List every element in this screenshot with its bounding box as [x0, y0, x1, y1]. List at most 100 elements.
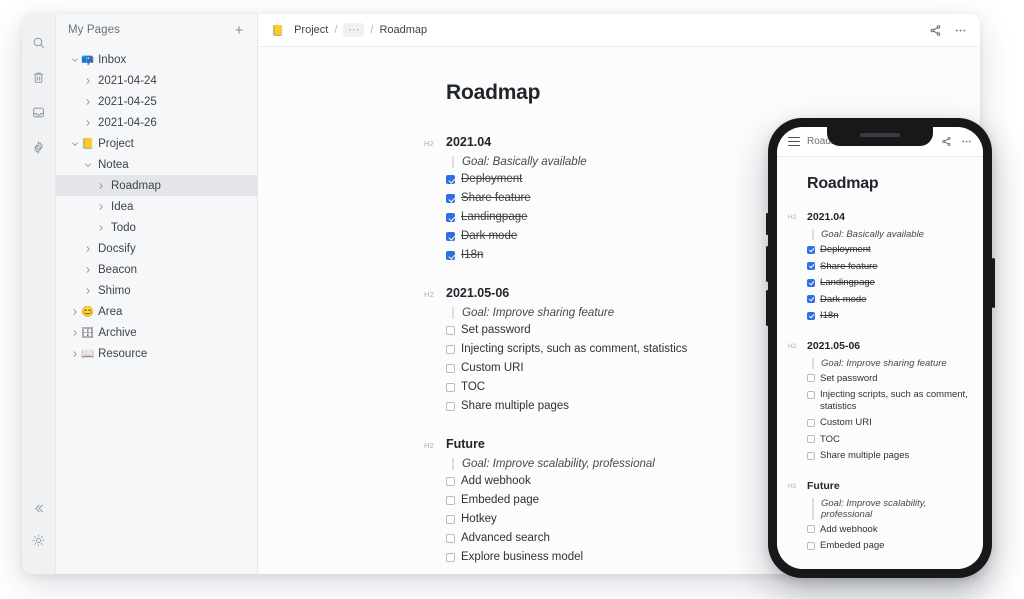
- task-item[interactable]: I18n: [446, 249, 814, 262]
- sidebar-item-roadmap[interactable]: Roadmap: [56, 175, 257, 196]
- checkbox-checked-icon[interactable]: [446, 232, 455, 241]
- checkbox-unchecked-icon[interactable]: [807, 418, 815, 427]
- hamburger-menu-icon[interactable]: [788, 136, 800, 147]
- task-item[interactable]: Hotkey: [446, 513, 814, 526]
- checkbox-checked-icon[interactable]: [807, 311, 815, 320]
- share-icon[interactable]: [941, 136, 952, 147]
- task-item[interactable]: Deployment: [807, 244, 973, 256]
- checkbox-unchecked-icon[interactable]: [446, 364, 455, 373]
- task-item[interactable]: Deployment: [446, 173, 814, 186]
- task-item[interactable]: Landingpage: [446, 211, 814, 224]
- checkbox-unchecked-icon[interactable]: [446, 496, 455, 505]
- sidebar-item-todo[interactable]: Todo: [56, 217, 257, 238]
- sidebar-item-inbox[interactable]: 📪 Inbox: [56, 49, 257, 70]
- checkbox-checked-icon[interactable]: [446, 194, 455, 203]
- checkbox-unchecked-icon[interactable]: [807, 541, 815, 550]
- chevron-down-icon[interactable]: [81, 161, 94, 169]
- task-item[interactable]: Add webhook: [446, 475, 814, 488]
- chevron-down-icon[interactable]: [68, 140, 81, 148]
- checkbox-checked-icon[interactable]: [807, 245, 815, 254]
- task-item[interactable]: Share feature: [446, 192, 814, 205]
- more-icon[interactable]: [961, 136, 972, 147]
- trash-icon[interactable]: [27, 65, 51, 89]
- task-item[interactable]: Embeded page: [807, 540, 973, 552]
- share-icon[interactable]: [929, 24, 942, 37]
- sidebar-item-2021-04-25[interactable]: 2021-04-25: [56, 91, 257, 112]
- chevron-right-icon[interactable]: [68, 350, 81, 358]
- settings-icon[interactable]: [27, 135, 51, 159]
- checkbox-checked-icon[interactable]: [446, 251, 455, 260]
- breadcrumb-ellipsis-button[interactable]: ···: [343, 23, 365, 37]
- sidebar-item-resource[interactable]: 📖 Resource: [56, 343, 257, 364]
- inbox-icon[interactable]: [27, 100, 51, 124]
- task-item[interactable]: Dark mode: [446, 230, 814, 243]
- checkbox-checked-icon[interactable]: [446, 175, 455, 184]
- sidebar-item-2021-04-26[interactable]: 2021-04-26: [56, 112, 257, 133]
- checkbox-checked-icon[interactable]: [807, 295, 815, 303]
- task-item[interactable]: Dark mode: [807, 294, 973, 306]
- chevron-right-icon[interactable]: [81, 287, 94, 295]
- task-item[interactable]: I18n: [807, 310, 973, 322]
- checkbox-unchecked-icon[interactable]: [807, 451, 815, 460]
- breadcrumb-root[interactable]: Project: [294, 24, 328, 36]
- task-item[interactable]: Embeded page: [446, 494, 814, 507]
- checkbox-unchecked-icon[interactable]: [807, 374, 815, 382]
- checkbox-unchecked-icon[interactable]: [807, 525, 815, 533]
- checkbox-checked-icon[interactable]: [446, 213, 455, 222]
- chevron-right-icon[interactable]: [94, 224, 107, 232]
- task-item[interactable]: Share multiple pages: [446, 400, 814, 413]
- checkbox-unchecked-icon[interactable]: [446, 383, 455, 392]
- search-icon[interactable]: [27, 30, 51, 54]
- sidebar-item-2021-04-24[interactable]: 2021-04-24: [56, 70, 257, 91]
- sidebar-item-shimo[interactable]: Shimo: [56, 280, 257, 301]
- checkbox-checked-icon[interactable]: [807, 262, 815, 270]
- checkbox-unchecked-icon[interactable]: [446, 326, 455, 335]
- checkbox-unchecked-icon[interactable]: [446, 515, 455, 524]
- sidebar-item-docsify[interactable]: Docsify: [56, 238, 257, 259]
- task-item[interactable]: Injecting scripts, such as comment, stat…: [446, 343, 814, 356]
- chevron-right-icon[interactable]: [81, 77, 94, 85]
- checkbox-unchecked-icon[interactable]: [446, 345, 455, 354]
- theme-toggle-icon[interactable]: [27, 528, 51, 552]
- chevron-right-icon[interactable]: [81, 98, 94, 106]
- task-item[interactable]: Share feature: [807, 261, 973, 273]
- collapse-sidebar-icon[interactable]: [27, 496, 51, 520]
- task-item[interactable]: Set password: [807, 373, 973, 385]
- checkbox-unchecked-icon[interactable]: [446, 477, 455, 486]
- chevron-right-icon[interactable]: [68, 329, 81, 337]
- checkbox-unchecked-icon[interactable]: [807, 390, 815, 399]
- task-item[interactable]: Injecting scripts, such as comment, stat…: [807, 389, 973, 412]
- phone-document-scroll-area[interactable]: Roadmap H2 2021.04 Goal: Basically availab…: [777, 157, 983, 569]
- checkbox-unchecked-icon[interactable]: [807, 435, 815, 443]
- task-item[interactable]: TOC: [446, 381, 814, 394]
- task-item[interactable]: Share multiple pages: [807, 450, 973, 462]
- sidebar-item-archive[interactable]: 🗄 Archive: [56, 322, 257, 343]
- sidebar-item-notea[interactable]: Notea: [56, 154, 257, 175]
- checkbox-checked-icon[interactable]: [807, 278, 815, 287]
- checkbox-unchecked-icon[interactable]: [446, 553, 455, 562]
- chevron-down-icon[interactable]: [68, 56, 81, 64]
- more-icon[interactable]: [954, 24, 967, 37]
- task-item[interactable]: Landingpage: [807, 277, 973, 289]
- chevron-right-icon[interactable]: [81, 245, 94, 253]
- task-item[interactable]: Custom URI: [446, 362, 814, 375]
- chevron-right-icon[interactable]: [94, 203, 107, 211]
- task-item[interactable]: Custom URI: [807, 417, 973, 429]
- chevron-right-icon[interactable]: [94, 182, 107, 190]
- sidebar-item-project[interactable]: 📒 Project: [56, 133, 257, 154]
- task-item[interactable]: Explore business model: [446, 551, 814, 564]
- breadcrumb-current[interactable]: Roadmap: [379, 24, 427, 36]
- add-page-button[interactable]: +: [231, 22, 247, 38]
- chevron-right-icon[interactable]: [81, 119, 94, 127]
- task-item[interactable]: Add webhook: [807, 524, 973, 536]
- sidebar-item-beacon[interactable]: Beacon: [56, 259, 257, 280]
- task-item[interactable]: Set password: [446, 324, 814, 337]
- task-item[interactable]: TOC: [807, 434, 973, 446]
- chevron-right-icon[interactable]: [68, 308, 81, 316]
- checkbox-unchecked-icon[interactable]: [446, 402, 455, 411]
- task-item[interactable]: Advanced search: [446, 532, 814, 545]
- sidebar-item-area[interactable]: 😊 Area: [56, 301, 257, 322]
- checkbox-unchecked-icon[interactable]: [446, 534, 455, 543]
- chevron-right-icon[interactable]: [81, 266, 94, 274]
- sidebar-item-idea[interactable]: Idea: [56, 196, 257, 217]
